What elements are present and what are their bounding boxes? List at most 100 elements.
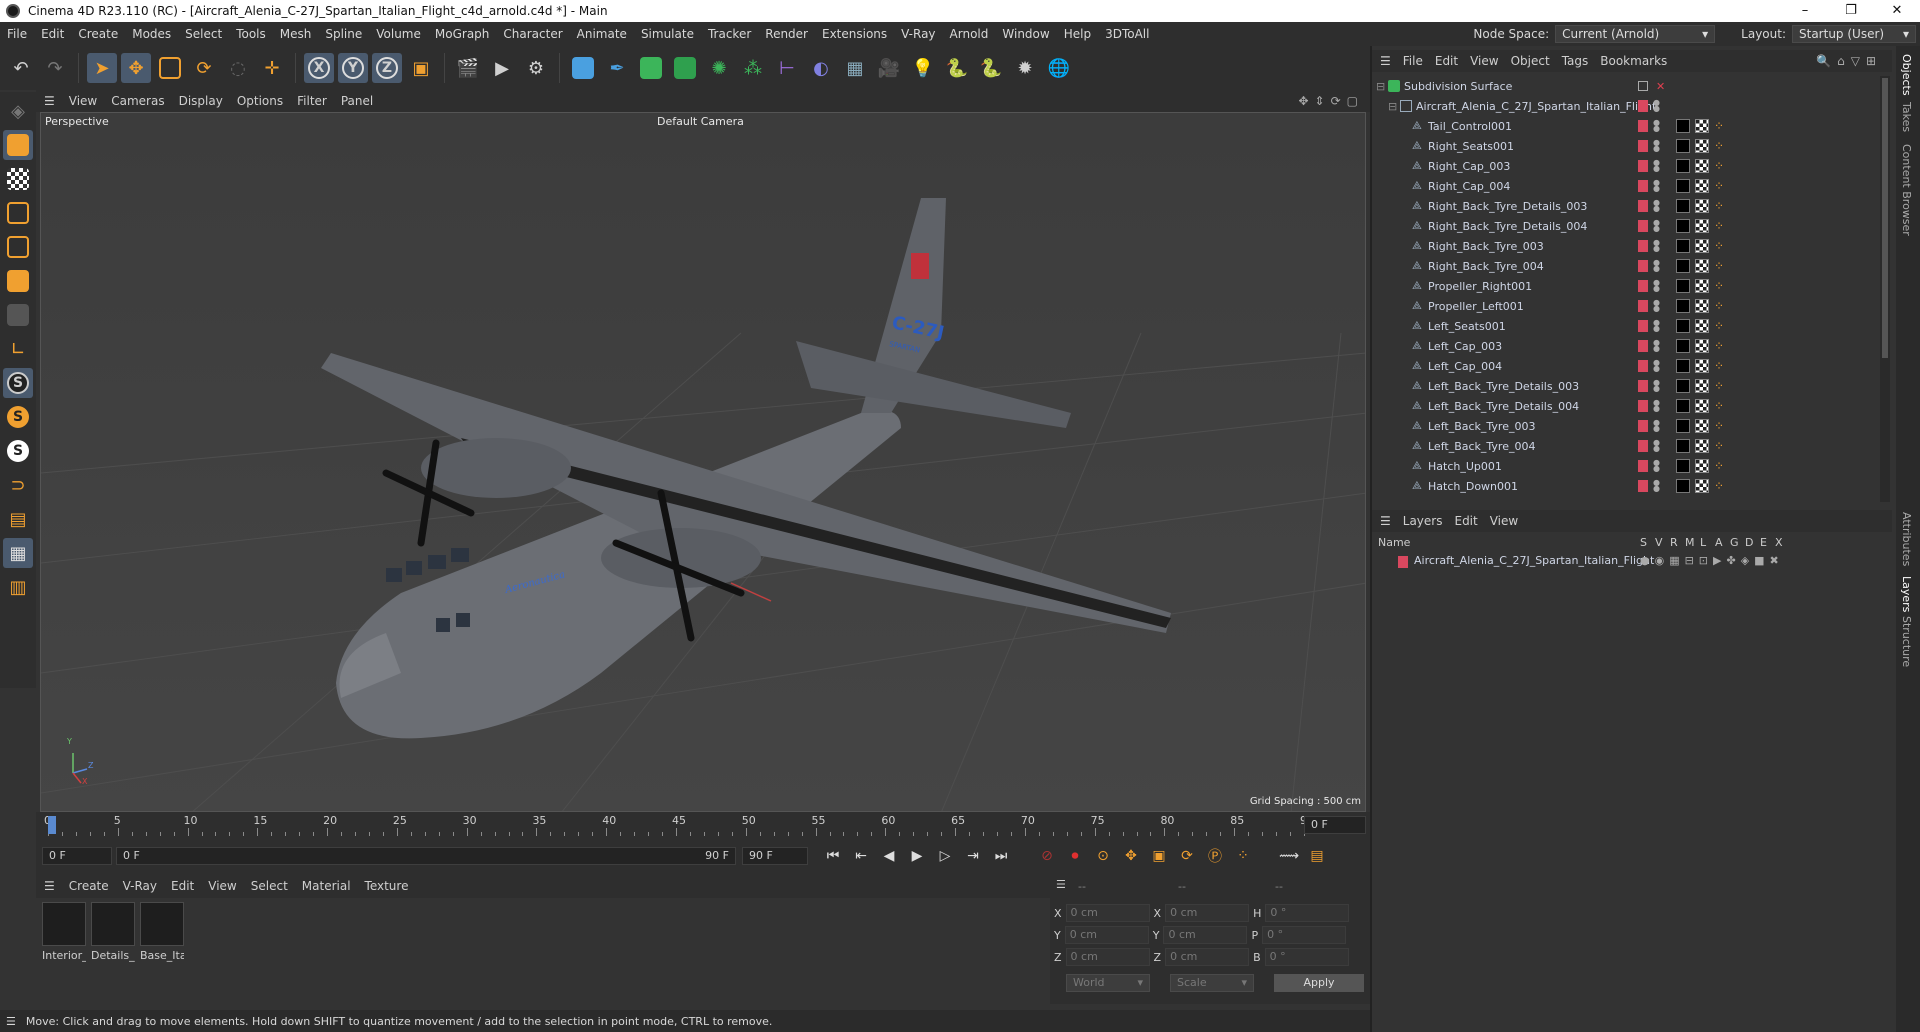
material-tag-icon[interactable] [1676,399,1690,413]
extrude-button[interactable] [670,53,700,83]
selection-tag-icon[interactable]: ⁘ [1714,339,1728,353]
texture-tag-icon[interactable] [1695,399,1709,413]
tree-row[interactable]: ⟁ Left_Seats001 ● ● ⁘ [1372,316,1880,336]
rot-b-field[interactable]: 0 ° [1264,948,1349,966]
axis-mode-button[interactable]: ∟ [3,334,33,364]
previous-key-button[interactable]: ⇤ [850,845,872,867]
coordinate-system-button[interactable]: ▣ [406,53,436,83]
end-frame-field[interactable]: 90 F [742,847,808,865]
go-to-end-button[interactable]: ⏭ [990,845,1012,867]
menu-extensions[interactable]: Extensions [815,27,894,41]
tree-row[interactable]: ⟁ Left_Back_Tyre_Details_003 ● ● ⁘ [1372,376,1880,396]
tree-row[interactable]: ⟁ Left_Cap_003 ● ● ⁘ [1372,336,1880,356]
tree-row[interactable]: ⟁ Right_Seats001 ● ● ⁘ [1372,136,1880,156]
timeline-ruler[interactable]: 051015202530354045505560657075808590 0 F [36,812,1370,838]
key-pla-button[interactable]: ⁘ [1232,845,1254,867]
visibility-dots-icon[interactable]: ● ● [1653,319,1660,333]
hamburger-icon[interactable]: ☰ [6,1015,16,1028]
selection-tag-icon[interactable]: ⁘ [1714,199,1728,213]
object-manager-tool-icons[interactable]: 🔍⌂▽⊞ [1816,54,1882,68]
texture-tag-icon[interactable] [1695,119,1709,133]
menu-create[interactable]: Create [71,27,125,41]
render-settings-button[interactable]: ⚙ [521,53,551,83]
layer-flag-icons[interactable]: ●◉▦⊟⊡▶✤◈■✖ [1640,554,1784,567]
visibility-dots-icon[interactable]: ● ● [1653,219,1660,233]
object-menu-object[interactable]: Object [1511,54,1550,68]
menu-select[interactable]: Select [178,27,229,41]
timeline-window-button[interactable]: ▤ [1306,845,1328,867]
material-menu-view[interactable]: View [208,879,236,893]
visibility-dots-icon[interactable]: ● ● [1653,379,1660,393]
material-menu-vray[interactable]: V-Ray [123,879,157,893]
material-tag-icon[interactable] [1676,219,1690,233]
key-scale-button[interactable]: ▣ [1148,845,1170,867]
viewport-menu-cameras[interactable]: Cameras [111,94,164,108]
uv-mode-button[interactable] [3,300,33,330]
texture-tag-icon[interactable] [1695,279,1709,293]
deformer-button[interactable]: ⊢ [772,53,802,83]
tree-row[interactable]: ⟁ Left_Back_Tyre_Details_004 ● ● ⁘ [1372,396,1880,416]
selection-tag-icon[interactable]: ⁘ [1714,239,1728,253]
rot-h-field[interactable]: 0 ° [1265,904,1350,922]
tree-row-group[interactable]: ⊟ Aircraft_Alenia_C_27J_Spartan_Italian_… [1372,96,1880,116]
material-tag-icon[interactable] [1676,319,1690,333]
texture-tag-icon[interactable] [1695,159,1709,173]
viewport-menu-options[interactable]: Options [237,94,283,108]
texture-tag-icon[interactable] [1695,219,1709,233]
hamburger-icon[interactable]: ☰ [1380,54,1391,68]
x-axis-button[interactable]: X [304,53,334,83]
visibility-dots-icon[interactable]: ● ● [1653,439,1660,453]
world-dropdown[interactable]: World ▾ [1066,974,1150,992]
tree-row[interactable]: ⟁ Right_Cap_003 ● ● ⁘ [1372,156,1880,176]
menu-window[interactable]: Window [995,27,1056,41]
layer-menu-edit[interactable]: Edit [1454,514,1477,528]
texture-tag-icon[interactable] [1695,339,1709,353]
tree-row[interactable]: ⟁ Right_Back_Tyre_003 ● ● ⁘ [1372,236,1880,256]
selection-tag-icon[interactable]: ⁘ [1714,179,1728,193]
texture-tag-icon[interactable] [1695,239,1709,253]
key-position-button[interactable]: ✥ [1120,845,1142,867]
menu-mograph[interactable]: MoGraph [428,27,497,41]
visibility-dots-icon[interactable]: ● ● [1653,159,1660,173]
locked-workplane-button[interactable]: ▥ [3,572,33,602]
python-button[interactable]: 🐍 [942,53,972,83]
selection-tag-icon[interactable]: ⁘ [1714,359,1728,373]
menu-vray[interactable]: V-Ray [894,27,942,41]
selection-tag-icon[interactable]: ⁘ [1714,459,1728,473]
hamburger-icon[interactable]: ☰ [1056,878,1066,891]
material-tag-icon[interactable] [1676,159,1690,173]
material-menu-select[interactable]: Select [251,879,288,893]
material-tag-icon[interactable] [1676,259,1690,273]
maximize-button[interactable]: ❐ [1828,0,1874,22]
camera-button[interactable]: 🎥 [874,53,904,83]
material-tag-icon[interactable] [1676,239,1690,253]
visibility-dots-icon[interactable]: ● ● [1653,279,1660,293]
tree-row[interactable]: ⟁ Right_Back_Tyre_Details_003 ● ● ⁘ [1372,196,1880,216]
visibility-dots-icon[interactable]: ● ● [1653,179,1660,193]
rot-p-field[interactable]: 0 ° [1262,926,1347,944]
visibility-dots-icon[interactable]: ● ● [1653,199,1660,213]
menu-animate[interactable]: Animate [570,27,634,41]
texture-tag-icon[interactable] [1695,439,1709,453]
object-menu-tags[interactable]: Tags [1562,54,1589,68]
material-tag-icon[interactable] [1676,279,1690,293]
collapse-icon[interactable]: ⊟ [1388,100,1397,113]
floor-button[interactable]: ▦ [840,53,870,83]
tree-row[interactable]: ⟁ Propeller_Left001 ● ● ⁘ [1372,296,1880,316]
tree-row[interactable]: ⟁ Hatch_Down001 ● ● ⁘ [1372,476,1880,496]
scale-tool-button[interactable] [155,53,185,83]
enabled-toggle-icon[interactable]: ✕ [1656,80,1665,93]
apply-button[interactable]: Apply [1274,974,1364,992]
render-picture-viewer-button[interactable]: ▶ [487,53,517,83]
material-tag-icon[interactable] [1676,359,1690,373]
preview-range-slider[interactable]: 0 F 90 F [116,847,736,865]
render-view-button[interactable]: 🎬 [453,53,483,83]
material-menu-material[interactable]: Material [302,879,351,893]
grid-button[interactable]: ▦ [3,538,33,568]
tree-row[interactable]: ⟁ Left_Cap_004 ● ● ⁘ [1372,356,1880,376]
material-menu-create[interactable]: Create [69,879,109,893]
selection-tag-icon[interactable]: ⁘ [1714,299,1728,313]
selection-tag-icon[interactable]: ⁘ [1714,219,1728,233]
material-tag-icon[interactable] [1676,179,1690,193]
y-axis-button[interactable]: Y [338,53,368,83]
